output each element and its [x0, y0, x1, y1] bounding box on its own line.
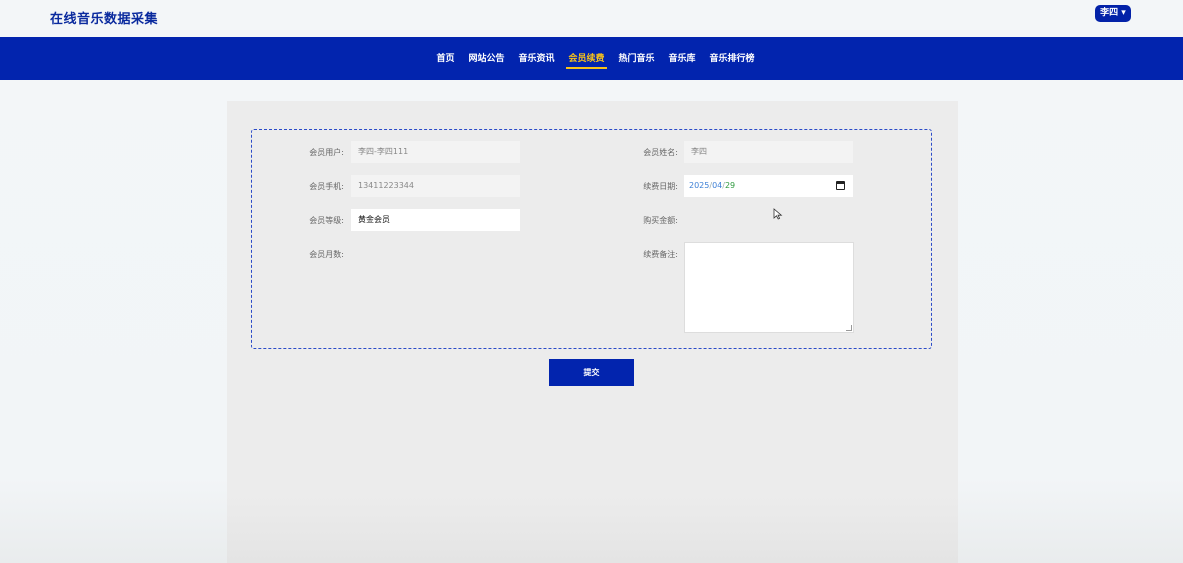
nav-item-music-charts[interactable]: 音乐排行榜	[710, 49, 755, 69]
member-level-label: 会员等级:	[309, 216, 344, 225]
member-name-field[interactable]: 李四	[684, 141, 853, 163]
member-months-label: 会员月数:	[309, 250, 344, 259]
member-user-field[interactable]: 李四-李四111	[351, 141, 520, 163]
mouse-pointer-icon	[773, 208, 783, 220]
date-day: 29	[724, 181, 736, 190]
calendar-icon[interactable]	[836, 181, 845, 190]
nav-item-hot-music[interactable]: 热门音乐	[619, 49, 655, 69]
member-phone-label: 会员手机:	[309, 182, 344, 191]
nav-item-home[interactable]: 首页	[436, 49, 454, 69]
member-phone-field[interactable]: 13411223344	[351, 175, 520, 197]
nav-item-announcements[interactable]: 网站公告	[468, 49, 504, 69]
main-nav: 首页 网站公告 音乐资讯 会员续费 热门音乐 音乐库 音乐排行榜	[0, 37, 1183, 80]
nav-item-member-renewal[interactable]: 会员续费	[566, 49, 607, 69]
user-menu-button[interactable]: 李四 ▾	[1095, 5, 1131, 22]
renew-note-textarea[interactable]	[684, 242, 854, 333]
renew-note-label: 续费备注:	[643, 250, 678, 259]
resize-handle-icon[interactable]	[846, 325, 852, 331]
nav-list: 首页 网站公告 音乐资讯 会员续费 热门音乐 音乐库 音乐排行榜	[0, 37, 1183, 80]
renew-date-input[interactable]: 2025/04/29	[684, 175, 853, 197]
top-bar: 在线音乐数据采集 李四 ▾	[0, 0, 1183, 37]
date-year: 2025	[689, 181, 710, 190]
nav-item-music-news[interactable]: 音乐资讯	[518, 49, 554, 69]
submit-button[interactable]: 提交	[549, 359, 634, 386]
purchase-amount-label: 购买金额:	[643, 216, 678, 225]
renew-date-label: 续费日期:	[643, 182, 678, 191]
site-title: 在线音乐数据采集	[50, 12, 159, 27]
member-user-label: 会员用户:	[309, 148, 344, 157]
member-level-select[interactable]: 黄金会员	[351, 209, 520, 231]
member-name-label: 会员姓名:	[643, 148, 678, 157]
nav-item-music-library[interactable]: 音乐库	[669, 49, 696, 69]
date-month: 04	[712, 181, 723, 190]
